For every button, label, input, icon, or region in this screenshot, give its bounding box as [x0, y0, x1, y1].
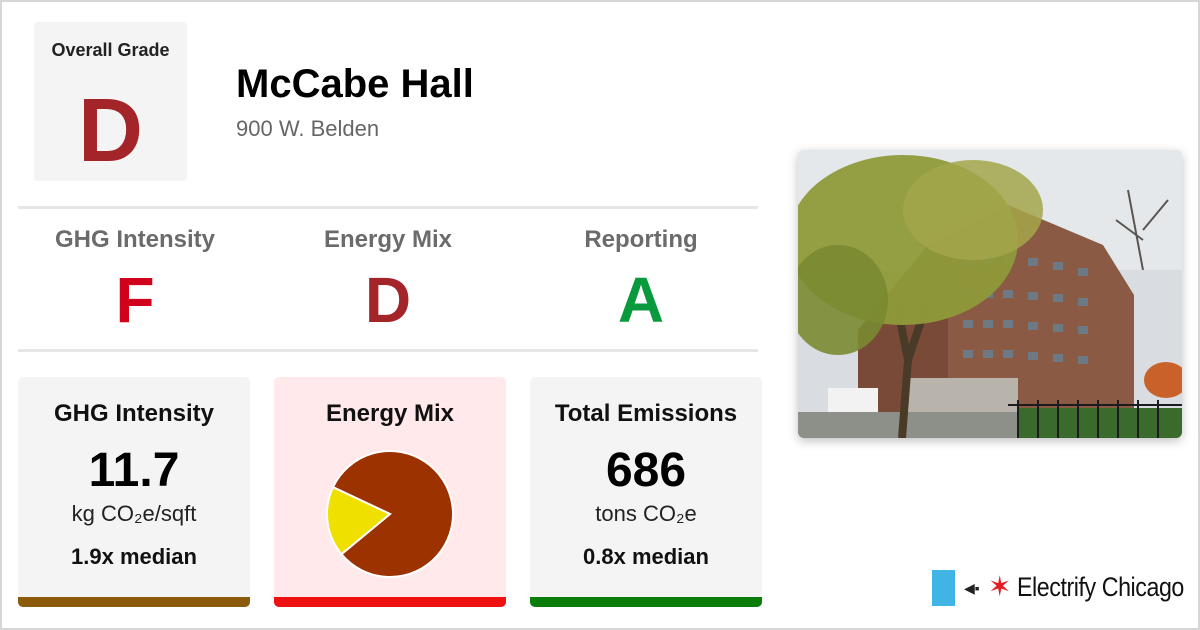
- red-star-icon: ✶: [988, 571, 1012, 602]
- total-emissions-card: Total Emissions 686 tons CO₂e 0.8x media…: [530, 377, 762, 607]
- chicago-flag-bar: [932, 570, 955, 606]
- building-photo-image: [798, 150, 1182, 438]
- energy-mix-card-bar: [274, 597, 506, 607]
- reporting-grade-letter: A: [617, 264, 665, 336]
- divider-bottom: [18, 349, 758, 352]
- emissions-card-median: 0.8x median: [583, 544, 709, 569]
- reporting-grade: Reporting A: [516, 226, 766, 332]
- energy-mix-pie-chart: [326, 450, 454, 578]
- ghg-grade-label: GHG Intensity: [54, 226, 216, 253]
- reporting-grade-label: Reporting: [584, 226, 698, 253]
- plug-icon: ◀▪: [964, 580, 980, 596]
- energy-mix-grade-letter: D: [364, 264, 412, 336]
- emissions-card-title: Total Emissions: [554, 400, 738, 427]
- overall-grade-box: Overall Grade D: [34, 22, 187, 181]
- brand-name: Electrify Chicago: [1017, 572, 1184, 602]
- ghg-grade-letter: F: [115, 264, 155, 336]
- overall-grade-letter: D: [78, 81, 143, 181]
- energy-mix-grade: Energy Mix D: [263, 226, 513, 332]
- emissions-card-unit: tons CO₂e: [595, 501, 697, 526]
- ghg-intensity-card: GHG Intensity 11.7 kg CO₂e/sqft 1.9x med…: [18, 377, 250, 607]
- building-photo: [798, 150, 1182, 438]
- ghg-card-bar: [18, 597, 250, 607]
- divider-top: [18, 206, 758, 209]
- emissions-card-bar: [530, 597, 762, 607]
- ghg-card-unit: kg CO₂e/sqft: [71, 501, 197, 526]
- ghg-card-median: 1.9x median: [71, 544, 197, 569]
- overall-grade-label: Overall Grade: [51, 40, 170, 60]
- building-name: McCabe Hall: [236, 62, 474, 106]
- ghg-card-value: 11.7: [88, 444, 180, 497]
- ghg-grade: GHG Intensity F: [10, 226, 260, 332]
- emissions-card-value: 686: [605, 444, 687, 497]
- energy-mix-card: Energy Mix: [274, 377, 506, 607]
- energy-mix-card-title: Energy Mix: [325, 400, 455, 427]
- building-address: 900 W. Belden: [236, 116, 380, 141]
- ghg-card-title: GHG Intensity: [53, 400, 215, 427]
- energy-mix-grade-label: Energy Mix: [323, 226, 453, 253]
